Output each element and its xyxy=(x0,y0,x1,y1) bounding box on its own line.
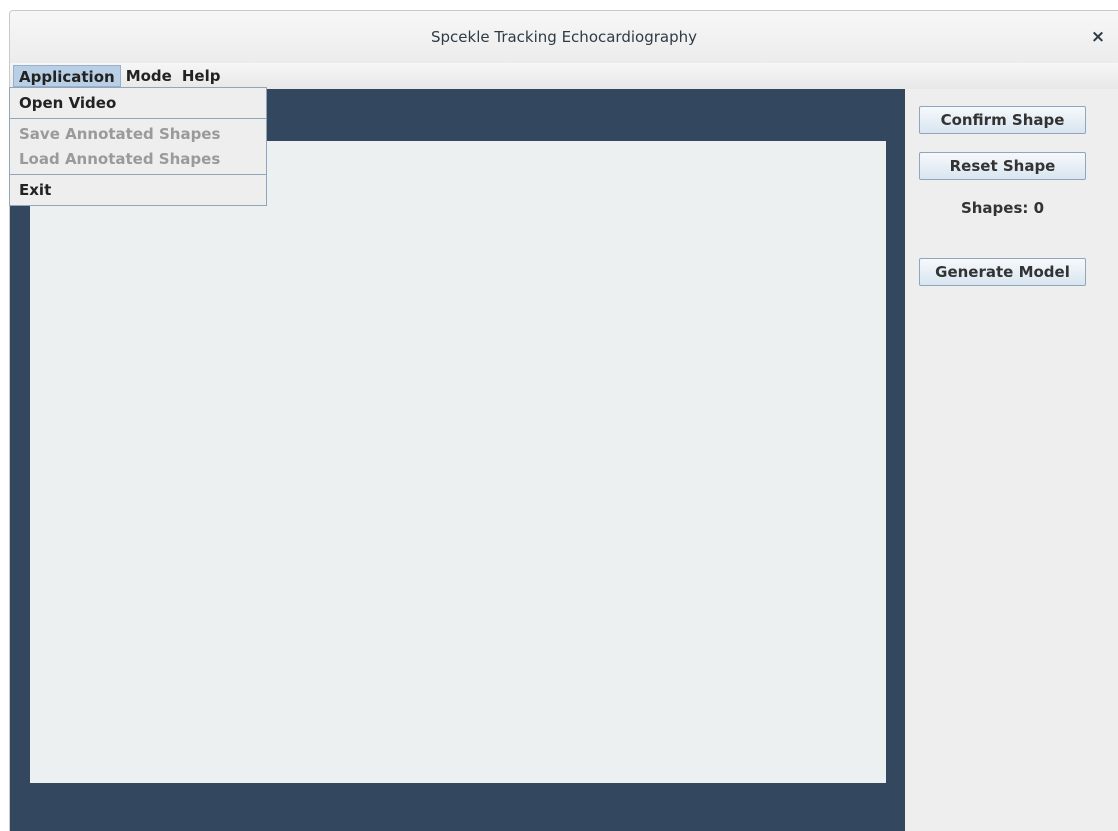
menu-mode[interactable]: Mode xyxy=(121,65,177,87)
confirm-shape-button[interactable]: Confirm Shape xyxy=(919,106,1086,134)
menu-bar: Application Mode Help xyxy=(10,63,1118,89)
menu-separator xyxy=(10,118,266,119)
menu-item-save-annotated-shapes: Save Annotated Shapes xyxy=(19,125,221,143)
menu-item-exit[interactable]: Exit xyxy=(10,178,266,202)
video-panel[interactable] xyxy=(30,141,886,783)
menu-application[interactable]: Application xyxy=(13,65,121,87)
reset-shape-button[interactable]: Reset Shape xyxy=(919,152,1086,180)
menu-item-open-video[interactable]: Open Video xyxy=(10,91,266,115)
shapes-count-label: Shapes: 0 xyxy=(960,199,1045,217)
generate-model-button[interactable]: Generate Model xyxy=(919,258,1086,286)
close-icon[interactable]: × xyxy=(1088,27,1108,47)
title-bar: Spcekle Tracking Echocardiography × xyxy=(10,11,1118,63)
menu-help[interactable]: Help xyxy=(177,65,226,87)
window-title: Spcekle Tracking Echocardiography xyxy=(431,28,697,46)
menu-separator xyxy=(10,174,266,175)
side-panel: Confirm Shape Reset Shape Shapes: 0 Gene… xyxy=(905,89,1118,831)
menu-item-load-annotated-shapes: Load Annotated Shapes xyxy=(19,150,221,168)
application-dropdown-menu: Open Video Save Annotated Shapes Load An… xyxy=(9,87,267,206)
